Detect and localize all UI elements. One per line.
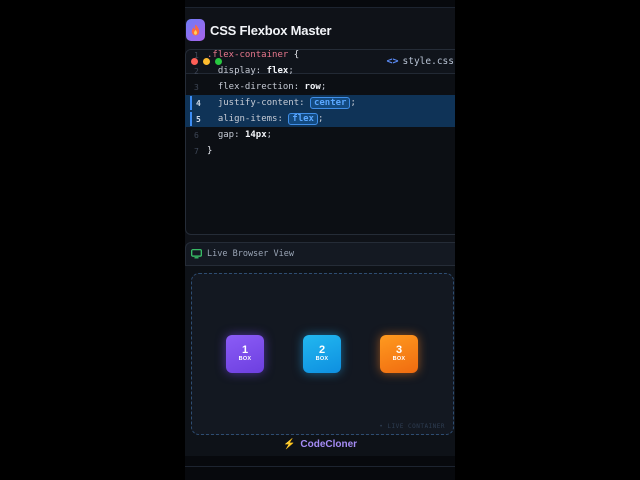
css-property: align-items: <box>207 114 288 124</box>
line-number: 6 <box>194 130 199 140</box>
box-number: 1 <box>241 344 249 356</box>
bolt-icon: ⚡ <box>282 439 296 450</box>
line-number: 7 <box>194 146 199 156</box>
box-label: BOX <box>315 356 329 362</box>
semicolon: ; <box>266 130 273 140</box>
flex-box-1: 1 BOX <box>226 335 264 373</box>
css-property: justify-content: <box>207 98 310 108</box>
property-name: flex-direction: <box>217 82 300 92</box>
property-value-pill[interactable]: flex <box>288 113 318 125</box>
flex-box-3: 3 BOX <box>380 335 418 373</box>
code-line-highlighted: 4 justify-content: center; <box>185 95 455 111</box>
phone-frame: CSS Flexbox Master <> style.css 1 .flex-… <box>185 0 455 480</box>
css-property: gap: <box>207 130 245 140</box>
line-number: 1 <box>194 50 199 60</box>
monitor-icon <box>191 249 202 259</box>
top-strip <box>185 0 455 8</box>
code-line: 7 } <box>185 143 455 159</box>
css-property: display: <box>207 66 267 76</box>
live-view-label: Live Browser View <box>207 249 294 259</box>
code-brace: { <box>288 50 300 60</box>
line-number: 2 <box>194 66 199 76</box>
semicolon: ; <box>288 66 294 76</box>
property-value: row <box>304 82 321 92</box>
code-body[interactable]: 1 .flex-container { 2 display: flex; 3 f… <box>185 47 455 159</box>
line-number: 3 <box>194 82 199 92</box>
app-header: CSS Flexbox Master <box>185 18 455 42</box>
flex-box-2: 2 BOX <box>303 335 341 373</box>
bottom-strip <box>185 456 455 480</box>
property-value-pill[interactable]: center <box>309 97 351 109</box>
property-name: display: <box>217 66 262 76</box>
flex-container-preview: 1 BOX 2 BOX 3 BOX • LIVE CONTAINER <box>191 273 454 435</box>
brand-name: CodeCloner <box>300 439 358 450</box>
code-line: 2 display: flex; <box>185 63 455 79</box>
line-number: 5 <box>196 114 201 124</box>
live-view-body: 1 BOX 2 BOX 3 BOX • LIVE CONTAINER <box>185 266 455 456</box>
semicolon: ; <box>320 82 327 92</box>
css-selector: .flex-container <box>207 50 289 60</box>
semicolon: ; <box>350 98 356 108</box>
property-value: flex <box>266 66 289 76</box>
property-name: align-items: <box>217 114 283 124</box>
property-value: 14px <box>244 130 267 140</box>
property-name: gap: <box>217 130 240 140</box>
box-label: BOX <box>392 356 406 362</box>
code-line: 1 .flex-container { <box>185 47 455 63</box>
container-tag: • LIVE CONTAINER <box>379 423 445 430</box>
code-line: 6 gap: 14px; <box>185 127 455 143</box>
property-name: justify-content: <box>217 98 305 108</box>
box-number: 3 <box>395 344 403 356</box>
app-title: CSS Flexbox Master <box>210 22 332 38</box>
code-brace: } <box>207 146 213 156</box>
box-label: BOX <box>238 356 252 362</box>
code-line: 3 flex-direction: row; <box>185 79 455 95</box>
live-view-header: Live Browser View <box>185 242 455 266</box>
semicolon: ; <box>317 114 324 124</box>
line-number: 4 <box>196 98 201 108</box>
box-number: 2 <box>318 344 326 356</box>
css-property: flex-direction: <box>207 82 305 92</box>
code-line-highlighted: 5 align-items: flex; <box>185 111 455 127</box>
brand-footer: ⚡ CodeCloner <box>185 439 455 450</box>
flame-icon <box>186 19 205 41</box>
